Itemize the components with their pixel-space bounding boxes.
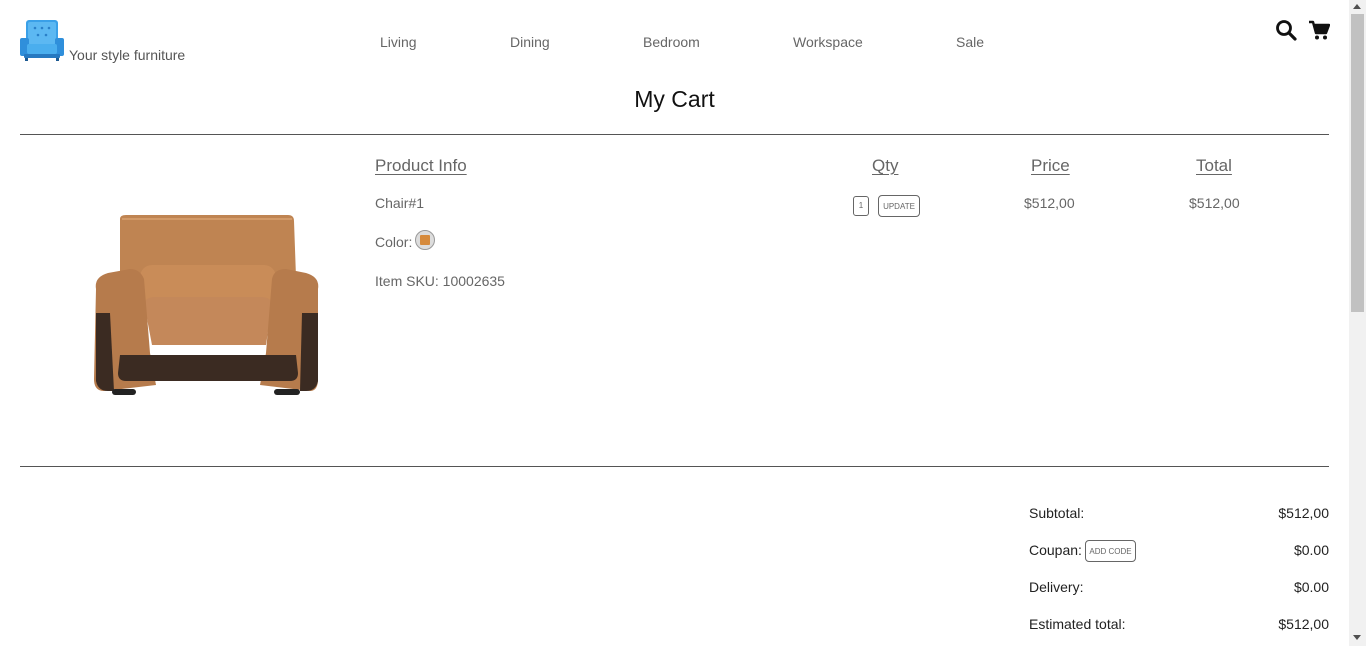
scroll-up-arrow-icon[interactable] — [1353, 4, 1361, 9]
delivery-label: Delivery: — [1029, 579, 1084, 595]
color-swatch-fill — [420, 235, 430, 245]
logo-armchair-icon[interactable] — [18, 18, 66, 62]
subtotal-value: $512,00 — [1278, 505, 1329, 521]
column-total: Total — [1196, 156, 1232, 175]
scroll-down-arrow-icon[interactable] — [1353, 635, 1361, 640]
divider-top — [20, 134, 1329, 135]
brand-name: Your style furniture — [69, 47, 186, 63]
delivery-value: $0.00 — [1293, 579, 1329, 595]
qty-input[interactable]: 1 — [853, 196, 869, 216]
coupon-value: $0.00 — [1293, 542, 1329, 558]
add-code-button[interactable]: ADD CODE — [1085, 540, 1136, 562]
divider-bottom — [20, 466, 1329, 467]
column-qty: Qty — [872, 156, 899, 175]
nav-living[interactable]: Living — [380, 34, 417, 50]
nav-dining[interactable]: Dining — [510, 34, 550, 50]
item-name: Chair#1 — [375, 195, 425, 211]
nav-sale[interactable]: Sale — [956, 34, 984, 50]
product-image-armchair[interactable] — [60, 195, 330, 410]
cart-icon[interactable] — [1308, 19, 1330, 41]
subtotal-label: Subtotal: — [1029, 505, 1085, 521]
page: Your style furniture Living Dining Bedro… — [0, 0, 1349, 646]
column-product-info: Product Info — [375, 156, 467, 175]
page-title: My Cart — [634, 86, 715, 112]
color-swatch[interactable] — [415, 230, 435, 250]
search-icon[interactable] — [1275, 19, 1297, 41]
column-price: Price — [1031, 156, 1070, 175]
update-button[interactable]: UPDATE — [878, 195, 920, 217]
item-total: $512,00 — [1189, 195, 1240, 211]
nav-bedroom[interactable]: Bedroom — [643, 34, 700, 50]
estimated-total-label: Estimated total: — [1029, 616, 1126, 632]
nav-workspace[interactable]: Workspace — [793, 34, 863, 50]
estimated-total-value: $512,00 — [1278, 616, 1329, 632]
scrollbar-thumb[interactable] — [1351, 14, 1364, 312]
coupon-label: Coupan: — [1029, 542, 1082, 558]
color-label: Color: — [375, 234, 413, 250]
item-price: $512,00 — [1024, 195, 1075, 211]
vertical-scrollbar[interactable] — [1349, 0, 1366, 646]
item-sku: Item SKU: 10002635 — [375, 273, 505, 289]
